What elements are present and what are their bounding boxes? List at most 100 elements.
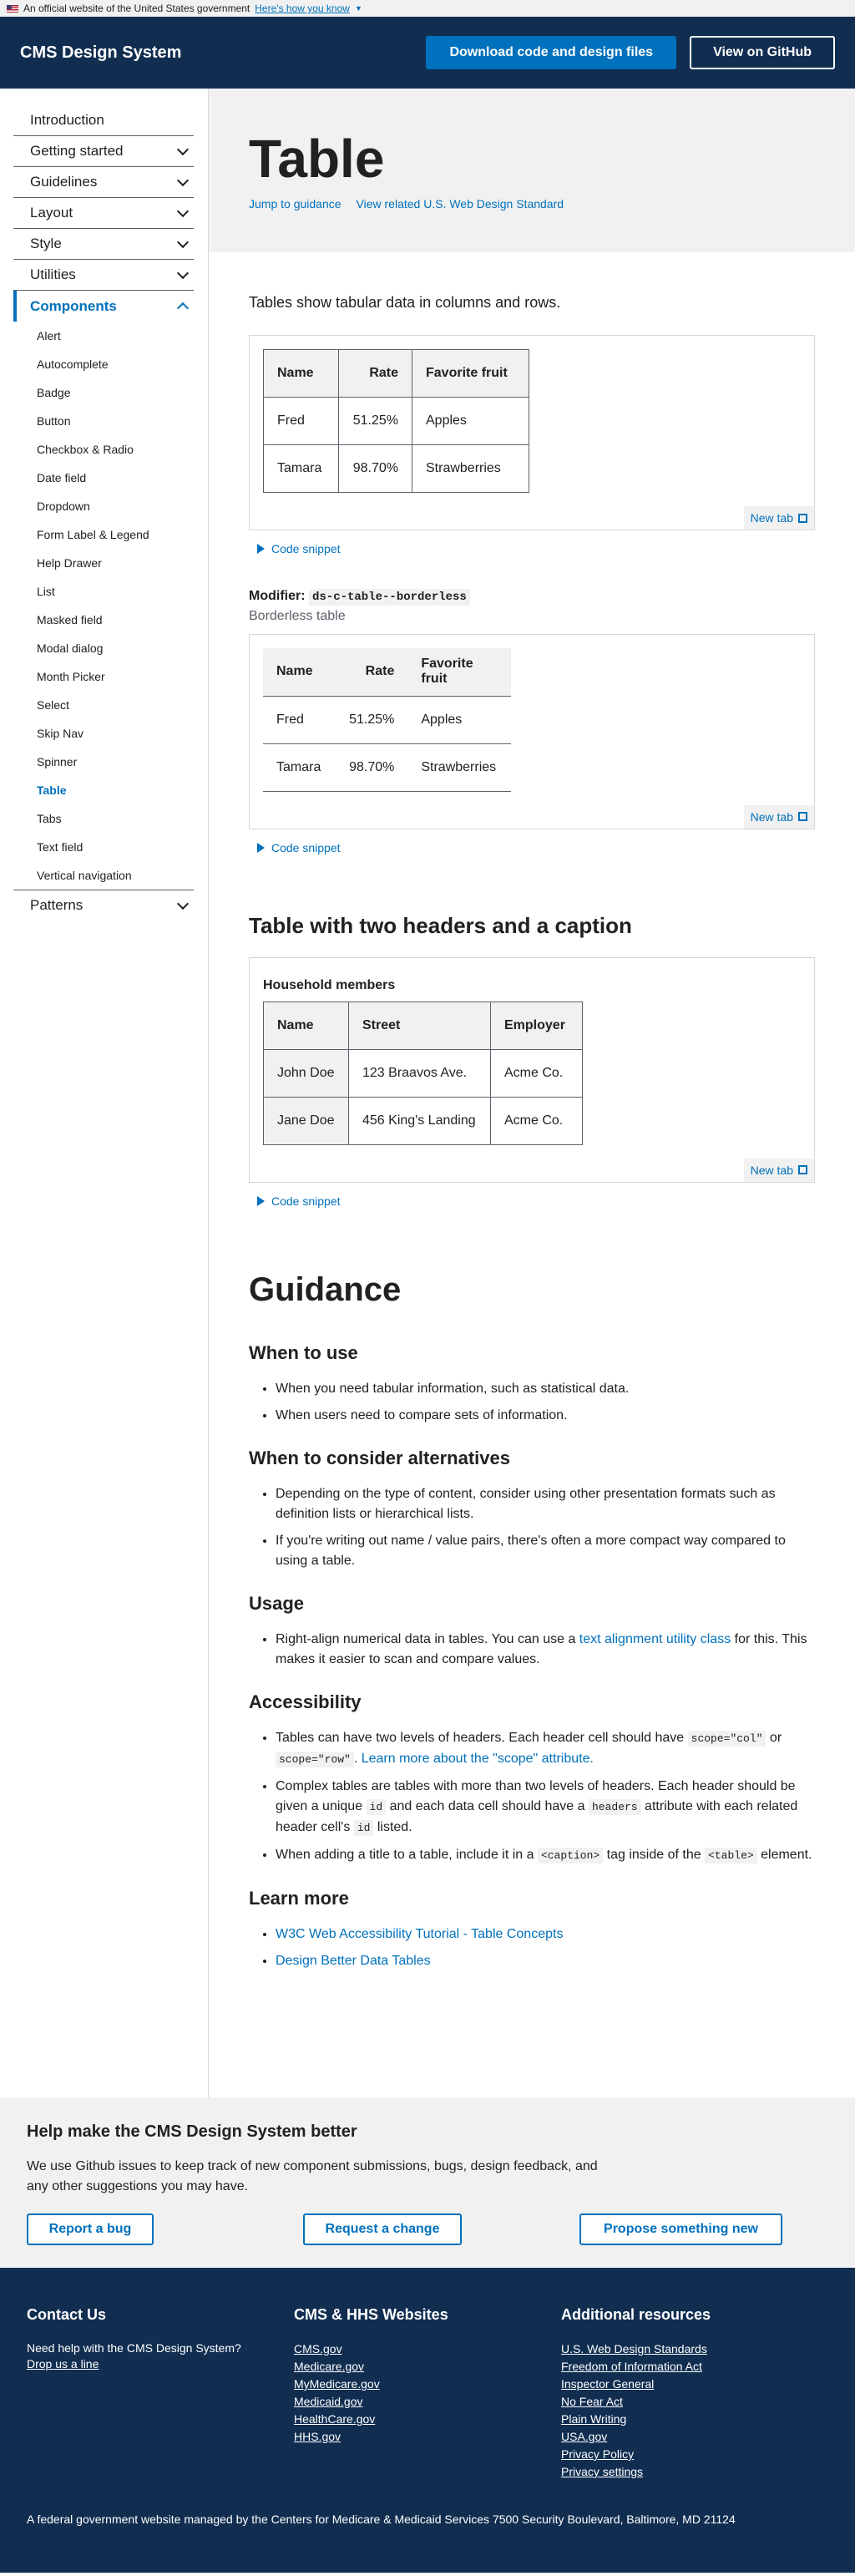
table-cell: Apples <box>412 397 529 445</box>
table-cell: Tamara <box>263 444 339 493</box>
sidebar-item-dropdown[interactable]: Dropdown <box>13 492 208 520</box>
footer-plain-writing-link[interactable]: Plain Writing <box>561 2411 828 2428</box>
learn-more-list: W3C Web Accessibility Tutorial - Table C… <box>249 1924 815 1971</box>
triangle-right-icon <box>257 544 265 554</box>
footer-privacy-policy-link[interactable]: Privacy Policy <box>561 2446 828 2463</box>
nav-item-layout[interactable]: Layout <box>13 198 194 229</box>
site-title[interactable]: CMS Design System <box>20 43 181 63</box>
github-button[interactable]: View on GitHub <box>690 36 835 69</box>
sidebar-item-button[interactable]: Button <box>13 407 208 435</box>
sidebar-item-table[interactable]: Table <box>13 776 208 804</box>
table-cell: 456 King's Landing <box>348 1096 491 1145</box>
code-snippet-toggle[interactable]: Code snippet <box>257 1194 815 1208</box>
bordered-table: Name Rate Favorite fruit Fred 51.25% Apples Ta… <box>263 349 529 493</box>
gov-banner: An official website of the United States… <box>0 0 855 17</box>
triangle-right-icon <box>257 1195 265 1206</box>
new-tab-link[interactable]: New tab <box>743 804 814 829</box>
sidebar-item-help-drawer[interactable]: Help Drawer <box>13 549 208 577</box>
nav-item-patterns[interactable]: Patterns <box>13 890 194 920</box>
triangle-right-icon <box>257 842 265 853</box>
code-snippet-toggle[interactable]: Code snippet <box>257 542 815 555</box>
sidebar-item-list[interactable]: List <box>13 577 208 606</box>
nav-label: Getting started <box>30 143 124 159</box>
sidebar-item-text-field[interactable]: Text field <box>13 833 208 861</box>
sidebar-item-modal-dialog[interactable]: Modal dialog <box>13 634 208 662</box>
table-header-row: Name Rate Favorite fruit <box>263 648 512 697</box>
footer-contact: Contact Us Need help with the CMS Design… <box>27 2306 294 2481</box>
jump-to-guidance-link[interactable]: Jump to guidance <box>249 197 341 210</box>
new-tab-link[interactable]: New tab <box>743 506 814 530</box>
footer-cms-gov-link[interactable]: CMS.gov <box>294 2340 561 2358</box>
footer-mymedicare-gov-link[interactable]: MyMedicare.gov <box>294 2376 561 2393</box>
nav-item-components[interactable]: Components <box>13 291 194 322</box>
sidebar-item-checkbox-radio[interactable]: Checkbox & Radio <box>13 435 208 464</box>
us-flag-icon <box>7 4 18 13</box>
chevron-down-icon <box>176 143 190 155</box>
sidebar-item-vertical-navigation[interactable]: Vertical navigation <box>13 861 208 890</box>
footer-no-fear-act-link[interactable]: No Fear Act <box>561 2393 828 2411</box>
footer-resources: Additional resources U.S. Web Design Sta… <box>561 2306 828 2481</box>
footer-cms-sites: CMS & HHS Websites CMS.gov Medicare.gov My… <box>294 2306 561 2481</box>
sidebar-item-badge[interactable]: Badge <box>13 378 208 407</box>
request-change-button[interactable]: Request a change <box>303 2213 462 2245</box>
nav-label: Introduction <box>30 112 104 128</box>
new-tab-link[interactable]: New tab <box>743 1158 814 1182</box>
footer-bottom-text: A federal government website managed by … <box>27 2513 736 2526</box>
w3c-tutorial-link[interactable]: W3C Web Accessibility Tutorial - Table C… <box>276 1927 563 1941</box>
footer-u-s-web-design-standards-link[interactable]: U.S. Web Design Standards <box>561 2340 828 2358</box>
list-item: When users need to compare sets of infor… <box>276 1406 815 1426</box>
chevron-down-icon: ▼ <box>354 4 362 13</box>
chevron-up-icon <box>176 302 190 315</box>
sidebar-item-autocomplete[interactable]: Autocomplete <box>13 350 208 378</box>
sidebar-item-date-field[interactable]: Date field <box>13 464 208 492</box>
modifier-heading: Modifier: ds-c-table--borderless <box>249 589 815 606</box>
nav-item-getting-started[interactable]: Getting started <box>13 136 194 167</box>
nav-label: Style <box>30 236 62 251</box>
table-row: Jane Doe 456 King's Landing Acme Co. <box>263 1096 583 1145</box>
heres-how-you-know-link[interactable]: Here's how you know <box>255 3 350 14</box>
footer-medicaid-gov-link[interactable]: Medicaid.gov <box>294 2393 561 2411</box>
sidebar-item-spinner[interactable]: Spinner <box>13 748 208 776</box>
list-item: Tables can have two levels of headers. E… <box>276 1728 815 1770</box>
propose-button[interactable]: Propose something new <box>579 2213 782 2245</box>
list-item: If you're writing out name / value pairs… <box>276 1531 815 1571</box>
code: scope="col" <box>687 1730 766 1747</box>
table-cell: 98.70% <box>334 743 408 792</box>
nav-item-utilities[interactable]: Utilities <box>13 260 194 291</box>
footer-freedom-of-information-act-link[interactable]: Freedom of Information Act <box>561 2358 828 2376</box>
related-uswds-link[interactable]: View related U.S. Web Design Standard <box>357 197 564 210</box>
cms-sites-heading: CMS & HHS Websites <box>294 2306 448 2323</box>
accessibility-list: Tables can have two levels of headers. E… <box>249 1728 815 1866</box>
download-button[interactable]: Download code and design files <box>426 36 677 69</box>
footer-usa-gov-link[interactable]: USA.gov <box>561 2428 828 2446</box>
design-better-tables-link[interactable]: Design Better Data Tables <box>276 1954 431 1968</box>
nav-item-guidelines[interactable]: Guidelines <box>13 167 194 198</box>
text: tag inside of the <box>603 1847 706 1862</box>
sidebar-item-month-picker[interactable]: Month Picker <box>13 662 208 691</box>
table-cell: Fred <box>263 397 339 445</box>
nav-item-style[interactable]: Style <box>13 229 194 260</box>
text: . <box>353 1751 362 1766</box>
sidebar-item-select[interactable]: Select <box>13 691 208 719</box>
table-cell: Tamara <box>263 743 335 792</box>
sidebar-item-masked-field[interactable]: Masked field <box>13 606 208 634</box>
chevron-down-icon <box>176 266 190 279</box>
when-to-use-list: When you need tabular information, such … <box>249 1379 815 1426</box>
sidebar-item-alert[interactable]: Alert <box>13 322 208 350</box>
report-bug-button[interactable]: Report a bug <box>27 2213 154 2245</box>
table-cell: 123 Braavos Ave. <box>348 1048 491 1098</box>
footer-medicare-gov-link[interactable]: Medicare.gov <box>294 2358 561 2376</box>
code-snippet-toggle[interactable]: Code snippet <box>257 841 815 854</box>
nav-item-introduction[interactable]: Introduction <box>13 105 194 136</box>
footer-healthcare-gov-link[interactable]: HealthCare.gov <box>294 2411 561 2428</box>
footer-hhs-gov-link[interactable]: HHS.gov <box>294 2428 561 2446</box>
footer-privacy-settings-link[interactable]: Privacy settings <box>561 2463 828 2481</box>
drop-us-a-line-link[interactable]: Drop us a line <box>27 2355 294 2373</box>
sidebar-item-skip-nav[interactable]: Skip Nav <box>13 719 208 748</box>
text-alignment-link[interactable]: text alignment utility class <box>579 1632 731 1646</box>
sidebar-item-tabs[interactable]: Tabs <box>13 804 208 833</box>
footer-inspector-general-link[interactable]: Inspector General <box>561 2376 828 2393</box>
table-cell: 98.70% <box>338 444 412 493</box>
sidebar-item-form-label-legend[interactable]: Form Label & Legend <box>13 520 208 549</box>
scope-attribute-link[interactable]: Learn more about the "scope" attribute. <box>362 1752 594 1766</box>
